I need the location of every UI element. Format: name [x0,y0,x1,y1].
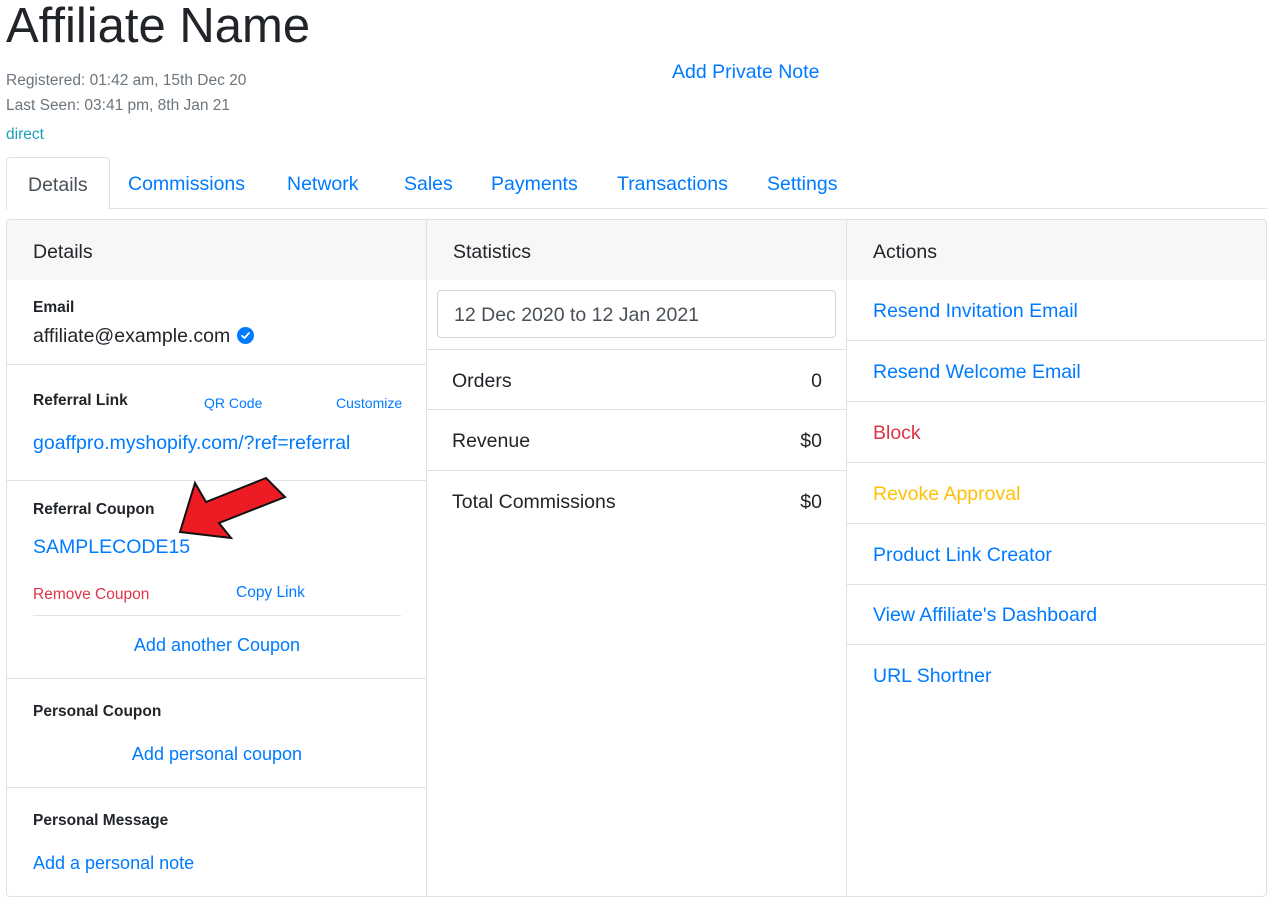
stat-label: Orders [452,370,512,392]
tab-commissions[interactable]: Commissions [107,157,266,209]
details-heading: Details [7,220,426,280]
annotation-arrow-icon [178,476,287,540]
add-personal-coupon-link[interactable]: Add personal coupon [7,744,427,765]
add-private-note-link[interactable]: Add Private Note [672,61,819,84]
details-column: Details Email affiliate@example.com Refe… [7,220,427,896]
copy-link[interactable]: Copy Link [236,584,305,602]
tab-sales[interactable]: Sales [383,157,474,209]
actions-heading: Actions [847,220,1266,280]
coupon-divider [33,615,401,616]
statistics-column: Statistics 12 Dec 2020 to 12 Jan 2021 Or… [427,220,847,896]
date-range-picker[interactable]: 12 Dec 2020 to 12 Jan 2021 [437,290,836,338]
page-title: Affiliate Name [6,0,311,53]
stat-row-total-commissions: Total Commissions $0 [427,470,846,531]
coupon-code[interactable]: SAMPLECODE15 [33,536,190,559]
tab-network[interactable]: Network [266,157,380,209]
customize-link[interactable]: Customize [336,395,402,411]
email-section: Email affiliate@example.com [7,280,426,365]
resend-invitation-email-link[interactable]: Resend Invitation Email [847,280,1266,341]
add-another-coupon-link[interactable]: Add another Coupon [7,635,427,656]
url-shortner-link[interactable]: URL Shortner [847,645,1266,706]
product-link-creator-link[interactable]: Product Link Creator [847,524,1266,585]
tab-transactions[interactable]: Transactions [596,157,749,209]
stat-value: 0 [811,370,822,392]
personal-message-label: Personal Message [33,812,169,829]
stat-label: Revenue [452,430,531,452]
tab-settings[interactable]: Settings [746,157,858,209]
remove-coupon-link[interactable]: Remove Coupon [33,586,149,604]
email-label: Email [33,299,75,316]
view-affiliate-dashboard-link[interactable]: View Affiliate's Dashboard [847,584,1266,645]
stat-row-orders: Orders 0 [427,349,846,410]
stat-value: $0 [800,430,822,452]
check-circle-icon [237,327,255,344]
registered-date: Registered: 01:42 am, 15th Dec 20 [6,72,247,89]
stat-row-revenue: Revenue $0 [427,409,846,470]
personal-coupon-label: Personal Coupon [33,703,162,720]
source-tag: direct [6,126,44,143]
personal-coupon-section: Personal Coupon Add personal coupon [7,679,426,788]
resend-welcome-email-link[interactable]: Resend Welcome Email [847,341,1266,402]
affiliate-card: Details Email affiliate@example.com Refe… [6,219,1267,897]
email-text: affiliate@example.com [33,325,231,347]
stat-value: $0 [800,491,822,513]
last-seen-date: Last Seen: 03:41 pm, 8th Jan 21 [6,97,231,114]
tab-details[interactable]: Details [6,157,110,210]
referral-coupon-label: Referral Coupon [33,501,155,518]
add-personal-note-link[interactable]: Add a personal note [33,853,194,874]
referral-link-value[interactable]: goaffpro.myshopify.com/?ref=referral [33,432,350,455]
stat-label: Total Commissions [452,491,616,513]
tab-payments[interactable]: Payments [470,157,599,209]
actions-column: Actions Resend Invitation Email Resend W… [847,220,1266,896]
qr-code-link[interactable]: QR Code [204,395,262,411]
personal-message-section: Personal Message Add a personal note [7,788,426,896]
referral-link-label: Referral Link [33,392,128,409]
referral-link-section: Referral Link QR Code Customize goaffpro… [7,365,426,481]
tab-bar: Details Commissions Network Sales Paymen… [6,157,1267,210]
block-link[interactable]: Block [847,402,1266,463]
statistics-heading: Statistics [427,220,846,280]
revoke-approval-link[interactable]: Revoke Approval [847,463,1266,524]
email-value: affiliate@example.com [33,325,255,348]
